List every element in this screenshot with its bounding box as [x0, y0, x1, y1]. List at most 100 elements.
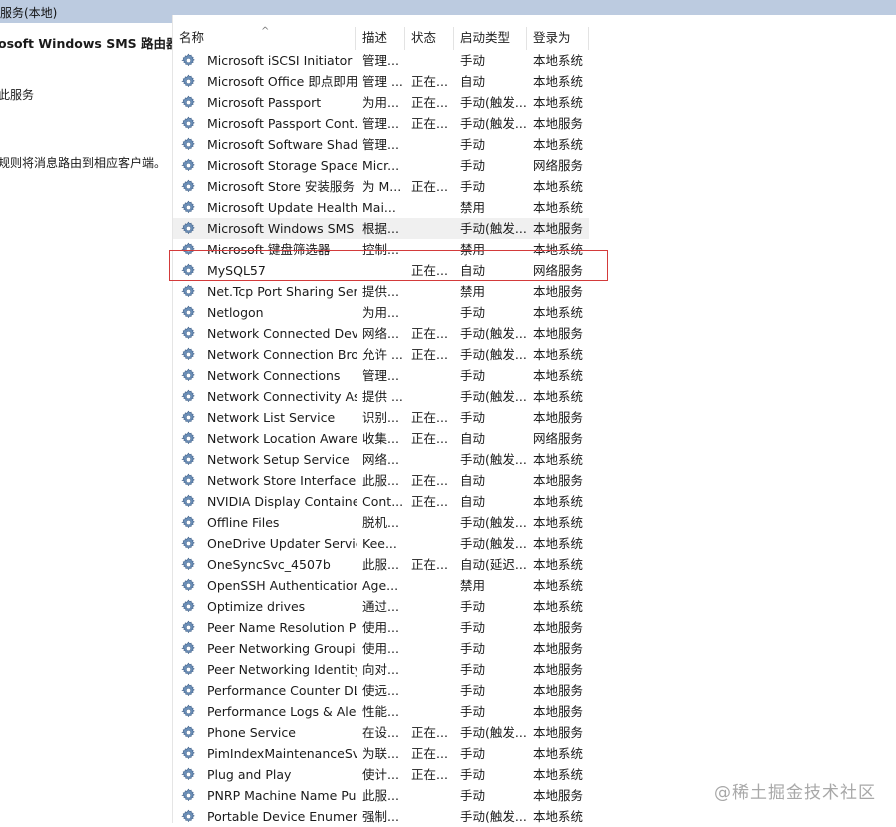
service-description-cell: 提供...: [362, 284, 399, 299]
table-row[interactable]: Microsoft Passport 为用... 正在... 手动(触发... 本地系统: [173, 92, 896, 113]
service-name: Network Location Aware...: [207, 431, 357, 446]
service-logon-cell: 本地系统: [533, 200, 584, 215]
service-startup-type-cell: 禁用: [460, 284, 486, 299]
table-row[interactable]: Microsoft Windows SMS ... 根据... 手动(触发... 本地…: [173, 218, 589, 239]
column-header-status[interactable]: 状态: [405, 27, 454, 50]
service-name-cell: Offline Files: [181, 512, 357, 533]
table-row[interactable]: Network Connection Bro... 允许 ... 正在... 手动(触…: [173, 344, 896, 365]
service-name: Network Connectivity Ass...: [207, 389, 357, 404]
service-logon-cell: 本地系统: [533, 452, 584, 467]
gear-icon: [181, 179, 196, 194]
table-row[interactable]: Network Connections 管理... 手动 本地系统: [173, 365, 896, 386]
service-startup-type-cell: 手动(触发...: [460, 95, 526, 110]
sort-up-icon: ^: [261, 26, 270, 37]
table-row[interactable]: Microsoft Office 即点即用... 管理 ... 正在... 自动 本地系…: [173, 71, 896, 92]
service-status-cell: [411, 638, 449, 659]
service-action-link[interactable]: 此服务: [0, 86, 34, 103]
table-row[interactable]: OpenSSH Authentication ... Age... 禁用 本地系统: [173, 575, 896, 596]
service-startup-type-cell: 手动(触发...: [460, 326, 526, 341]
table-row[interactable]: PimIndexMaintenanceSvc... 为联... 正在... 手动 本地系…: [173, 743, 896, 764]
table-row[interactable]: Phone Service 在设... 正在... 手动(触发... 本地服务: [173, 722, 896, 743]
service-description-cell: 使远...: [362, 683, 399, 698]
service-description-cell: 在设...: [362, 725, 399, 740]
service-startup-type-cell: 手动(触发...: [460, 347, 526, 362]
table-row[interactable]: Net.Tcp Port Sharing Ser... 提供... 禁用 本地服务: [173, 281, 896, 302]
table-row[interactable]: Network Connectivity Ass... 提供 ... 手动(触发..…: [173, 386, 896, 407]
service-startup-type-cell: 自动: [460, 74, 486, 89]
service-name-cell: Microsoft Passport: [181, 92, 357, 113]
service-logon-cell: 本地系统: [533, 53, 584, 68]
table-row[interactable]: Performance Logs & Aler... 性能... 手动 本地服务: [173, 701, 896, 722]
service-name-cell: Microsoft Update Health...: [181, 197, 357, 218]
service-logon-cell: 网络服务: [533, 158, 584, 173]
service-name-cell: Plug and Play: [181, 764, 357, 785]
services-list[interactable]: 名称 ^ 描述 状态 启动类型 登录为 Microsoft iSCSI Init…: [172, 15, 896, 824]
table-row[interactable]: Peer Networking Groupi... 使用... 手动 本地服务: [173, 638, 896, 659]
table-row[interactable]: Network Store Interface ... 此服... 正在... 自动 本…: [173, 470, 896, 491]
table-row[interactable]: Microsoft Store 安装服务为 M... 正在... 手动 本地系统: [173, 176, 896, 197]
service-name: Performance Counter DL...: [207, 683, 357, 698]
service-startup-type-cell: 手动: [460, 746, 486, 761]
table-row[interactable]: Microsoft Storage Space... Micr... 手动 网络服务: [173, 155, 896, 176]
table-row[interactable]: Microsoft Software Shad... 管理... 手动 本地系统: [173, 134, 896, 155]
table-row[interactable]: OneDrive Updater Service Kee... 手动(触发... 本地…: [173, 533, 896, 554]
column-header-description[interactable]: 描述: [356, 27, 405, 50]
service-name-cell: OpenSSH Authentication ...: [181, 575, 357, 596]
service-logon-cell: 本地服务: [533, 641, 584, 656]
service-startup-type-cell: 自动: [460, 494, 486, 509]
table-row[interactable]: MySQL57 正在... 自动 网络服务: [173, 260, 896, 281]
service-name-cell: Microsoft Windows SMS ...: [181, 218, 357, 239]
table-row[interactable]: Network Connected Devi... 网络... 正在... 手动(触发…: [173, 323, 896, 344]
table-row[interactable]: OneSyncSvc_4507b 此服... 正在... 自动(延迟... 本地系统: [173, 554, 896, 575]
table-row[interactable]: Microsoft 键盘筛选器 控制... 禁用 本地系统: [173, 239, 896, 260]
column-header-startup-type[interactable]: 启动类型: [454, 27, 527, 50]
service-name: Microsoft Passport: [207, 95, 322, 110]
column-header-logon-as-label: 登录为: [533, 30, 571, 45]
service-description-cell: 使计...: [362, 767, 399, 782]
service-startup-type-cell: 手动: [460, 641, 486, 656]
service-name: Phone Service: [207, 725, 296, 740]
service-status-cell: [411, 785, 449, 806]
service-name: Offline Files: [207, 515, 280, 530]
table-row[interactable]: Optimize drives 通过... 手动 本地系统: [173, 596, 896, 617]
service-name-cell: Network Store Interface ...: [181, 470, 357, 491]
table-row[interactable]: Performance Counter DL... 使远... 手动 本地服务: [173, 680, 896, 701]
service-name-cell: Net.Tcp Port Sharing Ser...: [181, 281, 357, 302]
gear-icon: [181, 578, 196, 593]
service-name: Microsoft Software Shad...: [207, 137, 357, 152]
service-name: PimIndexMaintenanceSvc...: [207, 746, 357, 761]
table-row[interactable]: Microsoft Passport Cont... 管理... 正在... 手动(触…: [173, 113, 896, 134]
table-row[interactable]: Microsoft iSCSI Initiator ... 管理... 手动 本地系统: [173, 50, 896, 71]
table-row[interactable]: Network Setup Service 网络... 手动(触发... 本地系统: [173, 449, 896, 470]
service-name-cell: Microsoft Store 安装服务: [181, 176, 357, 197]
service-startup-type-cell: 手动: [460, 368, 486, 383]
table-row[interactable]: Offline Files 脱机... 手动(触发... 本地系统: [173, 512, 896, 533]
column-header-name[interactable]: 名称 ^: [173, 26, 356, 50]
gear-icon: [181, 368, 196, 383]
service-description-cell: 脱机...: [362, 515, 399, 530]
table-row[interactable]: Portable Device Enumera... 强制... 手动(触发... 本…: [173, 806, 896, 827]
service-startup-type-cell: 手动: [460, 137, 486, 152]
table-row[interactable]: Microsoft Update Health... Mai... 禁用 本地系统: [173, 197, 896, 218]
gear-icon: [181, 746, 196, 761]
table-row[interactable]: Netlogon 为用... 手动 本地系统: [173, 302, 896, 323]
table-row[interactable]: NVIDIA Display Containe... Cont... 正在... 自动…: [173, 491, 896, 512]
service-logon-cell: 本地系统: [533, 179, 584, 194]
service-description-cell: 控制...: [362, 242, 399, 257]
service-logon-cell: 本地系统: [533, 347, 584, 362]
table-row[interactable]: Peer Networking Identity... 向对... 手动 本地服务: [173, 659, 896, 680]
service-name: Microsoft iSCSI Initiator ...: [207, 53, 357, 68]
service-status-cell: [411, 197, 449, 218]
gear-icon: [181, 53, 196, 68]
service-name: Peer Networking Identity...: [207, 662, 357, 677]
service-description-cell: 此服...: [362, 473, 399, 488]
service-logon-cell: 本地系统: [533, 137, 584, 152]
table-row[interactable]: Network List Service 识别... 正在... 手动 本地服务: [173, 407, 896, 428]
table-row[interactable]: Network Location Aware... 收集... 正在... 自动 网络服…: [173, 428, 896, 449]
service-status-cell: [411, 701, 449, 722]
column-header-name-label: 名称: [179, 30, 205, 45]
service-logon-cell: 本地服务: [533, 221, 584, 236]
column-header-logon-as[interactable]: 登录为: [527, 27, 589, 50]
table-row[interactable]: Peer Name Resolution Pr... 使用... 手动 本地服务: [173, 617, 896, 638]
service-status-cell: [411, 365, 449, 386]
